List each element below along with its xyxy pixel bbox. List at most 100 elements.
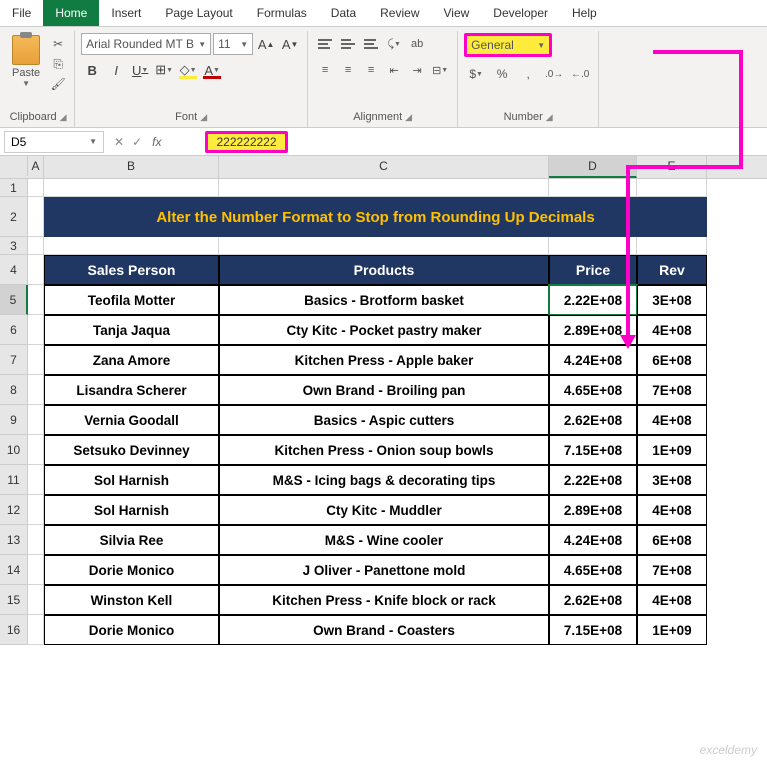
- number-format-select[interactable]: General▼: [464, 33, 552, 57]
- select-all-corner[interactable]: [0, 156, 28, 176]
- col-header-a[interactable]: A: [28, 156, 44, 178]
- cell-sales-person[interactable]: Vernia Goodall: [44, 405, 219, 435]
- row-header[interactable]: 2: [0, 197, 28, 237]
- increase-decimal-button[interactable]: .0→: [542, 63, 566, 85]
- cell-rev[interactable]: 1E+09: [637, 615, 707, 645]
- number-launcher[interactable]: ◢: [546, 112, 553, 123]
- cell[interactable]: [28, 465, 44, 495]
- row-header[interactable]: 3: [0, 237, 28, 255]
- font-color-button[interactable]: A▼: [201, 59, 223, 81]
- cell-rev[interactable]: 7E+08: [637, 555, 707, 585]
- row-header[interactable]: 14: [0, 555, 28, 585]
- row-header[interactable]: 13: [0, 525, 28, 555]
- cell[interactable]: [28, 345, 44, 375]
- percent-button[interactable]: %: [490, 63, 514, 85]
- tab-data[interactable]: Data: [319, 0, 368, 26]
- cell-sales-person[interactable]: Dorie Monico: [44, 615, 219, 645]
- cancel-icon[interactable]: ✕: [114, 135, 124, 149]
- row-header[interactable]: 11: [0, 465, 28, 495]
- borders-button[interactable]: ⊞▼: [153, 59, 175, 81]
- bold-button[interactable]: B: [81, 59, 103, 81]
- cell[interactable]: [44, 179, 219, 197]
- cell[interactable]: [28, 585, 44, 615]
- increase-font-button[interactable]: A▲: [255, 33, 277, 55]
- align-center-button[interactable]: ≡: [337, 59, 359, 81]
- cell[interactable]: [28, 197, 44, 237]
- cell-rev[interactable]: 1E+09: [637, 435, 707, 465]
- header-rev[interactable]: Rev: [637, 255, 707, 285]
- alignment-launcher[interactable]: ◢: [405, 112, 412, 123]
- cell-price[interactable]: 7.15E+08: [549, 615, 637, 645]
- align-left-button[interactable]: ≡: [314, 59, 336, 81]
- row-header[interactable]: 16: [0, 615, 28, 645]
- cell-sales-person[interactable]: Sol Harnish: [44, 495, 219, 525]
- tab-home[interactable]: Home: [43, 0, 99, 26]
- col-header-d[interactable]: D: [549, 156, 637, 178]
- chevron-down-icon[interactable]: ▼: [22, 79, 30, 88]
- cell[interactable]: [219, 237, 549, 255]
- italic-button[interactable]: I: [105, 59, 127, 81]
- paste-button[interactable]: Paste ▼: [8, 33, 44, 90]
- cell-price[interactable]: 2.89E+08: [549, 495, 637, 525]
- decrease-font-button[interactable]: A▼: [279, 33, 301, 55]
- row-header[interactable]: 1: [0, 179, 28, 197]
- cell-price[interactable]: 4.65E+08: [549, 375, 637, 405]
- cell-sales-person[interactable]: Silvia Ree: [44, 525, 219, 555]
- cell-rev[interactable]: 4E+08: [637, 495, 707, 525]
- row-header[interactable]: 7: [0, 345, 28, 375]
- row-header[interactable]: 8: [0, 375, 28, 405]
- cut-button[interactable]: ✂: [48, 35, 68, 53]
- tab-file[interactable]: File: [0, 0, 43, 26]
- title-cell[interactable]: Alter the Number Format to Stop from Rou…: [44, 197, 707, 237]
- cell[interactable]: [28, 285, 44, 315]
- cell-rev[interactable]: 3E+08: [637, 465, 707, 495]
- row-header[interactable]: 12: [0, 495, 28, 525]
- fx-label[interactable]: fx: [148, 135, 165, 149]
- cell-rev[interactable]: 3E+08: [637, 285, 707, 315]
- cell-rev[interactable]: 4E+08: [637, 405, 707, 435]
- cell-rev[interactable]: 4E+08: [637, 315, 707, 345]
- cell-rev[interactable]: 4E+08: [637, 585, 707, 615]
- tab-page-layout[interactable]: Page Layout: [153, 0, 244, 26]
- comma-button[interactable]: ,: [516, 63, 540, 85]
- cell-sales-person[interactable]: Tanja Jaqua: [44, 315, 219, 345]
- orientation-button[interactable]: ⤹▼: [383, 33, 405, 55]
- cell-sales-person[interactable]: Setsuko Devinney: [44, 435, 219, 465]
- cell-product[interactable]: Basics - Brotform basket: [219, 285, 549, 315]
- clipboard-launcher[interactable]: ◢: [60, 112, 67, 123]
- formula-value[interactable]: 222222222: [205, 131, 287, 153]
- cell-price[interactable]: 4.24E+08: [549, 345, 637, 375]
- header-price[interactable]: Price: [549, 255, 637, 285]
- align-middle-button[interactable]: [337, 33, 359, 55]
- cell[interactable]: [28, 375, 44, 405]
- row-header[interactable]: 15: [0, 585, 28, 615]
- font-name-select[interactable]: Arial Rounded MT B▼: [81, 33, 211, 55]
- cell-price[interactable]: 4.24E+08: [549, 525, 637, 555]
- cell-product[interactable]: M&S - Wine cooler: [219, 525, 549, 555]
- cell-price[interactable]: 4.65E+08: [549, 555, 637, 585]
- tab-developer[interactable]: Developer: [481, 0, 560, 26]
- cell-product[interactable]: M&S - Icing bags & decorating tips: [219, 465, 549, 495]
- cell[interactable]: [28, 615, 44, 645]
- tab-insert[interactable]: Insert: [99, 0, 153, 26]
- align-bottom-button[interactable]: [360, 33, 382, 55]
- header-sales-person[interactable]: Sales Person: [44, 255, 219, 285]
- header-products[interactable]: Products: [219, 255, 549, 285]
- cell-product[interactable]: Cty Kitc - Pocket pastry maker: [219, 315, 549, 345]
- fill-color-button[interactable]: ◇▼: [177, 59, 199, 81]
- cell-sales-person[interactable]: Lisandra Scherer: [44, 375, 219, 405]
- cell-product[interactable]: Cty Kitc - Muddler: [219, 495, 549, 525]
- decrease-indent-button[interactable]: ⇤: [383, 59, 405, 81]
- cell[interactable]: [637, 179, 707, 197]
- row-header[interactable]: 4: [0, 255, 28, 285]
- cell-price[interactable]: 2.62E+08: [549, 585, 637, 615]
- font-size-select[interactable]: 11▼: [213, 33, 253, 55]
- tab-formulas[interactable]: Formulas: [245, 0, 319, 26]
- cell-product[interactable]: Own Brand - Coasters: [219, 615, 549, 645]
- cell[interactable]: [44, 237, 219, 255]
- cell[interactable]: [28, 555, 44, 585]
- cell-sales-person[interactable]: Teofila Motter: [44, 285, 219, 315]
- cell-rev[interactable]: 6E+08: [637, 345, 707, 375]
- tab-review[interactable]: Review: [368, 0, 431, 26]
- row-header[interactable]: 9: [0, 405, 28, 435]
